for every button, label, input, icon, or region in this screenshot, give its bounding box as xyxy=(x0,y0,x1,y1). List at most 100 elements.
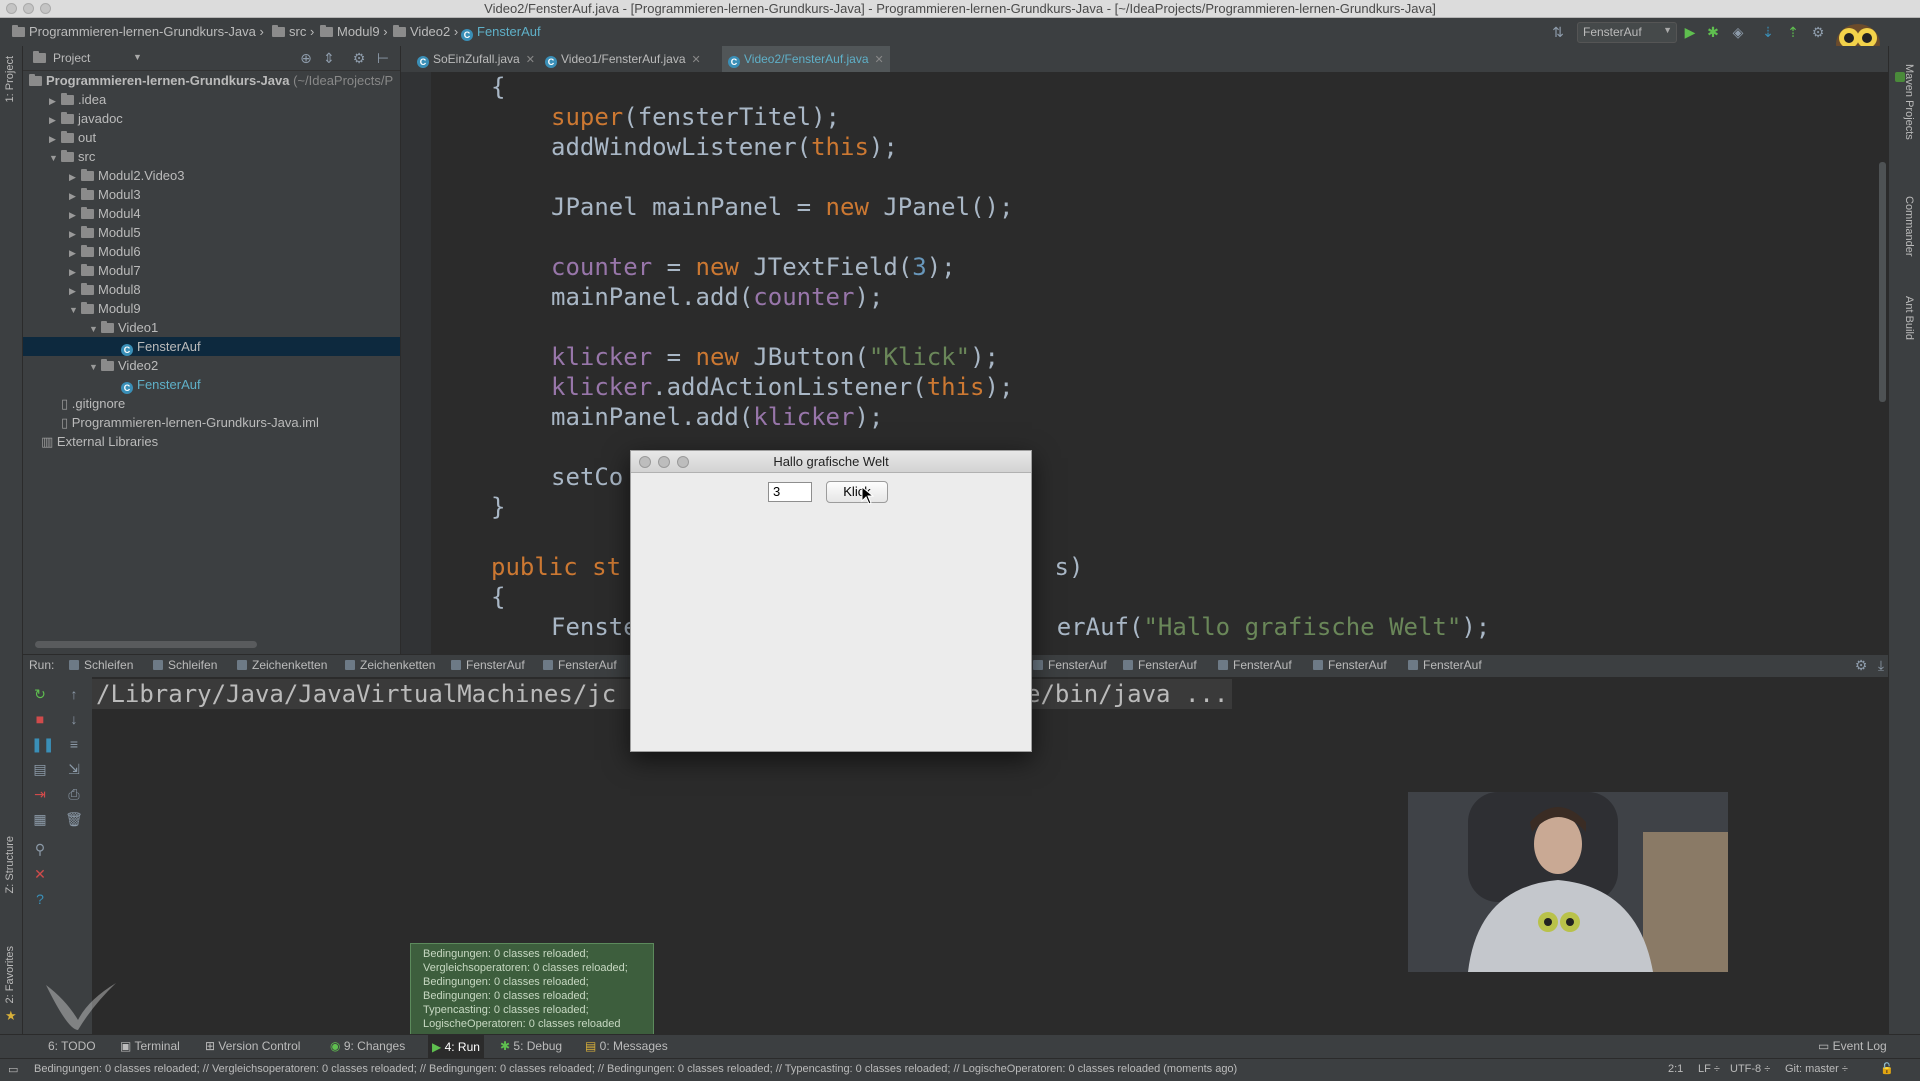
tool-event-log[interactable]: ▭ Event Log xyxy=(1818,1039,1887,1053)
gear-icon[interactable]: ⚙ xyxy=(1853,657,1869,673)
tree-item[interactable]: ▼ Video1 xyxy=(23,318,400,337)
tree-item[interactable]: ▶ .idea xyxy=(23,90,400,109)
chevron-down-icon[interactable]: ▼ xyxy=(133,52,142,62)
tree-item[interactable]: ▶ out xyxy=(23,128,400,147)
tree-item[interactable]: ▶ Modul5 xyxy=(23,223,400,242)
tree-item[interactable]: ▶ Modul3 xyxy=(23,185,400,204)
run-tab[interactable]: FensterAuf xyxy=(543,658,617,672)
tool-changes[interactable]: ◉ 9: Changes xyxy=(330,1039,405,1053)
run-tab[interactable]: FensterAuf xyxy=(451,658,525,672)
tree-item[interactable]: ▶ Modul4 xyxy=(23,204,400,223)
close-window-icon[interactable] xyxy=(6,3,17,14)
run-tab[interactable]: FensterAuf xyxy=(1218,658,1292,672)
help-icon[interactable]: ? xyxy=(31,890,49,908)
run-tab[interactable]: Zeichenketten xyxy=(345,658,435,672)
pause-icon[interactable]: ❚❚ xyxy=(31,735,54,753)
close-icon[interactable]: ✕ xyxy=(31,865,49,883)
minimize-window-icon[interactable] xyxy=(23,3,34,14)
breadcrumb-project[interactable]: Programmieren-lernen-Grundkurs-Java › xyxy=(12,24,264,39)
editor-scrollbar[interactable] xyxy=(1879,162,1886,402)
tree-item[interactable]: ▶ Modul8 xyxy=(23,280,400,299)
swing-zoom-icon[interactable] xyxy=(677,456,689,468)
arrow-down-icon[interactable]: ↓ xyxy=(65,710,83,728)
tool-ant-toggle[interactable]: Ant Build xyxy=(1903,296,1915,340)
status-toggle-icon[interactable]: ▭ xyxy=(8,1063,18,1076)
hide-panel-icon[interactable]: ⊢ xyxy=(375,50,391,66)
dump-threads-icon[interactable]: ▤ xyxy=(31,760,49,778)
reload-notification[interactable]: Bedingungen: 0 classes reloaded; Vergleic… xyxy=(410,943,654,1035)
tree-item[interactable]: ▯ .gitignore xyxy=(23,394,400,413)
run-tab[interactable]: FensterAuf xyxy=(1313,658,1387,672)
close-icon[interactable]: ✕ xyxy=(692,54,701,66)
close-icon[interactable]: ✕ xyxy=(875,54,884,66)
vcs-update-icon[interactable]: ⇣ xyxy=(1760,24,1776,40)
tool-terminal[interactable]: ▣ Terminal xyxy=(120,1039,180,1053)
hide-panel-icon[interactable]: ⤓ xyxy=(1873,657,1889,673)
tree-item[interactable]: ▼ Modul9 xyxy=(23,299,400,318)
git-branch[interactable]: Git: master ÷ xyxy=(1785,1063,1848,1075)
debug-icon[interactable]: ✱ xyxy=(1705,24,1721,40)
scroll-to-end-icon[interactable]: ⇲ xyxy=(65,760,83,778)
run-tab[interactable]: Schleifen xyxy=(153,658,217,672)
close-icon[interactable]: ✕ xyxy=(526,54,535,66)
vcs-commit-icon[interactable]: ⇡ xyxy=(1785,24,1801,40)
tool-maven-toggle[interactable]: Maven Projects xyxy=(1903,64,1915,140)
tree-item[interactable]: ▼ Video2 xyxy=(23,356,400,375)
project-view-selector[interactable]: Project xyxy=(53,51,90,65)
tree-item[interactable]: ▯ Programmieren-lernen-Grundkurs-Java.im… xyxy=(23,413,400,432)
tree-item[interactable]: ▶ Modul2.Video3 xyxy=(23,166,400,185)
run-tab[interactable]: FensterAuf xyxy=(1123,658,1197,672)
build-icon[interactable]: ⇅ xyxy=(1550,24,1566,40)
soft-wrap-icon[interactable]: ≡ xyxy=(65,735,83,753)
tab-video1-fensterauf[interactable]: C Video1/FensterAuf.java ✕ xyxy=(539,46,707,72)
tool-version-control[interactable]: ⊞ Version Control xyxy=(205,1039,300,1053)
tree-root[interactable]: Programmieren-lernen-Grundkurs-Java (~/I… xyxy=(29,71,399,90)
tab-soeinzufall[interactable]: C SoEinZufall.java ✕ xyxy=(411,46,541,72)
breadcrumb-video2[interactable]: Video2 › xyxy=(393,24,458,39)
line-separator[interactable]: LF ÷ xyxy=(1698,1063,1720,1075)
tool-commander-toggle[interactable]: Commander xyxy=(1903,196,1915,257)
run-tab[interactable]: Zeichenketten xyxy=(237,658,327,672)
tab-video2-fensterauf[interactable]: C Video2/FensterAuf.java ✕ xyxy=(722,46,890,72)
breadcrumb-src[interactable]: src › xyxy=(272,24,314,39)
file-encoding[interactable]: UTF-8 ÷ xyxy=(1730,1063,1770,1075)
tool-structure-toggle[interactable]: Z: Structure xyxy=(4,836,16,893)
zoom-window-icon[interactable] xyxy=(40,3,51,14)
tree-item[interactable]: ▥ External Libraries xyxy=(23,432,400,451)
klick-button[interactable]: Klick xyxy=(826,481,888,503)
tool-messages[interactable]: ▤ 0: Messages xyxy=(585,1039,668,1053)
coverage-icon[interactable]: ◈ xyxy=(1730,24,1746,40)
run-tab[interactable]: Schleifen xyxy=(69,658,133,672)
run-icon[interactable]: ▶ xyxy=(1682,24,1698,40)
tree-item[interactable]: ▶ javadoc xyxy=(23,109,400,128)
pin-icon[interactable]: ⚲ xyxy=(31,840,49,858)
arrow-up-icon[interactable]: ↑ xyxy=(65,685,83,703)
tool-favorites-toggle[interactable]: 2: Favorites xyxy=(4,946,16,1003)
swing-window[interactable]: Hallo grafische Welt 3 Klick xyxy=(630,450,1032,752)
editor-gutter[interactable] xyxy=(401,72,431,654)
tool-todo[interactable]: 6: TODO xyxy=(48,1039,96,1053)
print-icon[interactable]: ⎙ xyxy=(65,785,83,803)
swing-title-bar[interactable]: Hallo grafische Welt xyxy=(631,451,1031,473)
layout-icon[interactable]: ▦ xyxy=(31,810,49,828)
trash-icon[interactable]: 🗑 xyxy=(65,810,83,828)
tree-item[interactable]: ▶ Modul6 xyxy=(23,242,400,261)
rerun-icon[interactable]: ↻ xyxy=(31,685,49,703)
collapse-icon[interactable]: ⇕ xyxy=(321,50,337,66)
swing-close-icon[interactable] xyxy=(639,456,651,468)
swing-minimize-icon[interactable] xyxy=(658,456,670,468)
status-message[interactable]: Bedingungen: 0 classes reloaded; // Verg… xyxy=(34,1063,1237,1075)
stop-icon[interactable]: ■ xyxy=(31,710,49,728)
breadcrumb-fensterauf[interactable]: C FensterAuf xyxy=(461,24,541,41)
run-tab[interactable]: FensterAuf xyxy=(1033,658,1107,672)
tool-project-toggle[interactable]: 1: Project xyxy=(4,56,16,102)
counter-field[interactable]: 3 xyxy=(768,482,812,502)
settings-icon[interactable]: ⚙ xyxy=(1810,24,1826,40)
breadcrumb-modul9[interactable]: Modul9 › xyxy=(320,24,388,39)
tree-item[interactable]: C FensterAuf xyxy=(23,337,400,356)
tree-item[interactable]: ▼ src xyxy=(23,147,400,166)
lock-icon[interactable]: 🔓 xyxy=(1880,1062,1894,1075)
tree-item[interactable]: C FensterAuf xyxy=(23,375,400,394)
gear-icon[interactable]: ⚙ xyxy=(351,50,367,66)
run-tab[interactable]: FensterAuf xyxy=(1408,658,1482,672)
